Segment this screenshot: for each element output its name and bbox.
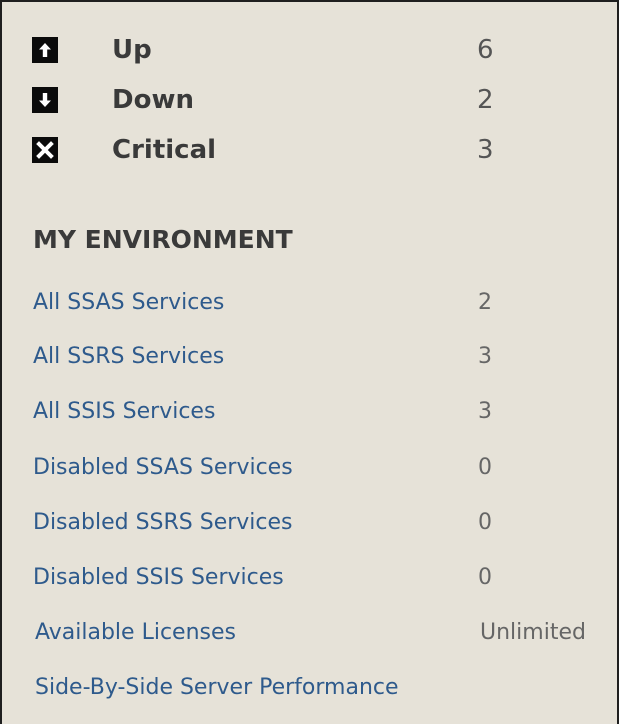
status-panel: Up 6 Down 2 Critical 3 MY ENVIRONMENT Al… [0,0,619,724]
env-row-disabled-ssas[interactable]: Disabled SSAS Services 0 [33,450,613,490]
arrow-up-icon [32,37,58,63]
side-by-side-server-performance-link[interactable]: Side-By-Side Server Performance [35,670,399,706]
disabled-ssis-services-count: 0 [478,565,492,590]
disabled-ssrs-services-count: 0 [478,510,492,535]
section-heading-my-environment: MY ENVIRONMENT [33,225,293,254]
status-label-up: Up [112,35,152,65]
arrow-down-icon [32,87,58,113]
all-ssis-services-link[interactable]: All SSIS Services [33,394,215,430]
status-row-up: Up 6 [32,32,592,72]
status-label-down: Down [112,85,194,115]
available-licenses-link[interactable]: Available Licenses [35,615,236,651]
status-row-critical: Critical 3 [32,132,592,172]
disabled-ssis-services-link[interactable]: Disabled SSIS Services [33,560,284,596]
disabled-ssrs-services-link[interactable]: Disabled SSRS Services [33,505,293,541]
status-row-down: Down 2 [32,82,592,122]
all-ssrs-services-count: 3 [478,344,492,369]
env-row-disabled-ssis[interactable]: Disabled SSIS Services 0 [33,560,613,600]
all-ssis-services-count: 3 [478,399,492,424]
env-row-all-ssis[interactable]: All SSIS Services 3 [33,394,613,434]
status-count-up: 6 [477,35,494,65]
status-label-critical: Critical [112,135,217,165]
env-row-disabled-ssrs[interactable]: Disabled SSRS Services 0 [33,505,613,545]
env-row-side-by-side[interactable]: Side-By-Side Server Performance [35,670,615,710]
all-ssas-services-count: 2 [478,290,492,315]
disabled-ssas-services-count: 0 [478,455,492,480]
available-licenses-value: Unlimited [480,620,586,645]
status-count-down: 2 [477,85,494,115]
status-count-critical: 3 [477,135,494,165]
disabled-ssas-services-link[interactable]: Disabled SSAS Services [33,450,293,486]
env-row-all-ssas[interactable]: All SSAS Services 2 [33,285,613,325]
env-row-available-licenses[interactable]: Available Licenses Unlimited [35,615,615,655]
env-row-all-ssrs[interactable]: All SSRS Services 3 [33,339,613,379]
close-icon [32,137,58,163]
all-ssrs-services-link[interactable]: All SSRS Services [33,339,224,375]
all-ssas-services-link[interactable]: All SSAS Services [33,285,224,321]
